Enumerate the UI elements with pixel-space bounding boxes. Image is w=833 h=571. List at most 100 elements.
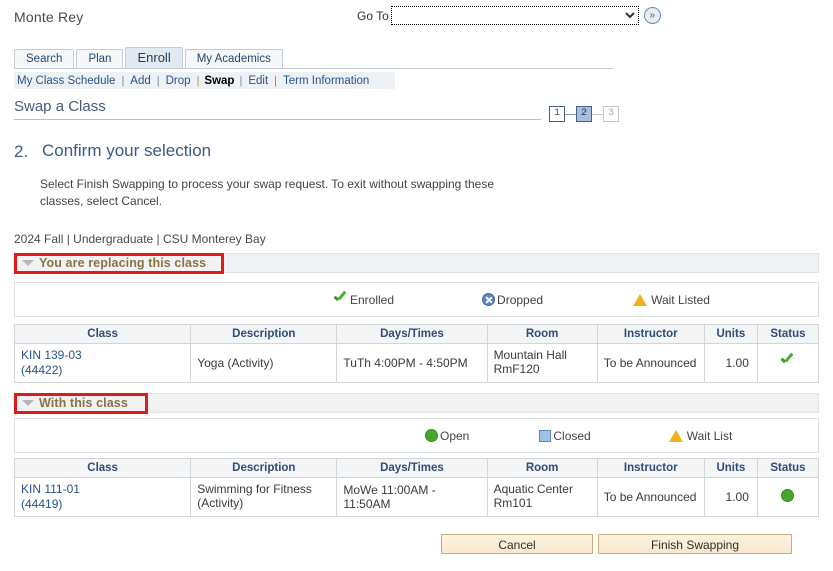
legend-label-open: Open [440, 429, 469, 443]
term-info-line: 2024 Fall | Undergraduate | CSU Monterey… [14, 232, 266, 246]
green-circle-icon [781, 489, 794, 502]
legend-label-enrolled: Enrolled [350, 293, 394, 307]
go-to-submit-icon[interactable]: » [644, 7, 661, 24]
col-description: Description [191, 459, 337, 478]
subnav-separator: | [234, 75, 247, 87]
step-connector [592, 114, 603, 115]
cell-description: Yoga (Activity) [191, 344, 337, 383]
tabs-underline [14, 68, 614, 69]
class-number-link[interactable]: (44419) [21, 497, 184, 512]
col-instructor: Instructor [597, 459, 704, 478]
col-status: Status [757, 325, 818, 344]
col-status: Status [757, 459, 818, 478]
finish-swapping-button[interactable]: Finish Swapping [598, 534, 792, 554]
main-tabs: Search Plan Enroll My Academics [14, 45, 285, 69]
step-2[interactable]: 2 [576, 106, 592, 122]
green-circle-icon [425, 429, 438, 442]
legend-item-closed: Closed [539, 429, 590, 443]
legend-with: Open Closed Wait List [14, 418, 819, 453]
legend-label-wait-list: Wait List [687, 429, 733, 443]
instructions-text: Select Finish Swapping to process your s… [40, 176, 520, 210]
col-days-times: Days/Times [337, 459, 487, 478]
step-1[interactable]: 1 [549, 106, 565, 122]
table-with: Class Description Days/Times Room Instru… [14, 458, 819, 517]
subnav-edit[interactable]: Edit [247, 75, 269, 87]
section-header-with-label: With this class [39, 396, 128, 410]
cell-class: KIN 111-01 (44419) [15, 478, 191, 517]
green-check-icon [333, 293, 348, 306]
step-indicator: 1 2 3 [549, 106, 619, 122]
legend-item-wait-listed: Wait Listed [633, 293, 710, 307]
go-to-group: Go To » [357, 6, 661, 25]
table-row: KIN 139-03 (44422) Yoga (Activity) TuTh … [15, 344, 819, 383]
table-header-row: Class Description Days/Times Room Instru… [15, 459, 819, 478]
legend-item-enrolled: Enrolled [333, 293, 394, 307]
class-link[interactable]: KIN 139-03 [21, 348, 184, 363]
col-room: Room [487, 459, 597, 478]
subnav-separator: | [192, 75, 205, 87]
go-to-label: Go To [357, 9, 389, 23]
subnav-swap-current: Swap [204, 75, 234, 87]
subnav-term-information[interactable]: Term Information [282, 75, 370, 87]
col-instructor: Instructor [597, 325, 704, 344]
col-days-times: Days/Times [337, 325, 487, 344]
cancel-button[interactable]: Cancel [441, 534, 593, 554]
tab-search-label: Search [26, 53, 62, 65]
section-header-replacing[interactable]: You are replacing this class [14, 253, 819, 273]
tab-enroll[interactable]: Enroll [125, 47, 182, 69]
cell-days-times: MoWe 11:00AM - 11:50AM [337, 478, 487, 517]
table-row: KIN 111-01 (44419) Swimming for Fitness … [15, 478, 819, 517]
collapse-triangle-icon[interactable] [22, 260, 34, 266]
go-to-select[interactable] [391, 6, 639, 25]
class-number-link[interactable]: (44422) [21, 363, 184, 378]
step-connector [565, 114, 576, 115]
user-name: Monte Rey [14, 9, 84, 25]
tab-plan[interactable]: Plan [76, 49, 123, 69]
collapse-triangle-icon[interactable] [22, 400, 34, 406]
step-number: 2. [14, 142, 28, 162]
top-bar: Monte Rey Go To » [0, 0, 833, 38]
subnav-separator: | [116, 75, 129, 87]
tab-enroll-label: Enroll [137, 50, 170, 65]
subnav-drop[interactable]: Drop [165, 75, 192, 87]
tab-plan-label: Plan [88, 53, 111, 65]
section-header-with[interactable]: With this class [14, 393, 819, 413]
col-class: Class [15, 459, 191, 478]
tab-my-academics-label: My Academics [197, 53, 271, 65]
subnav-my-class-schedule[interactable]: My Class Schedule [16, 75, 116, 87]
col-room: Room [487, 325, 597, 344]
subnav-separator: | [269, 75, 282, 87]
dropped-circle-x-icon [482, 293, 495, 306]
cell-instructor: To be Announced [597, 344, 704, 383]
table-header-row: Class Description Days/Times Room Instru… [15, 325, 819, 344]
table-replacing: Class Description Days/Times Room Instru… [14, 324, 819, 383]
legend-item-wait-list: Wait List [669, 429, 733, 443]
cell-status [757, 478, 818, 517]
green-check-icon [780, 355, 795, 368]
legend-replacing: Enrolled Dropped Wait Listed [14, 282, 819, 317]
subnav-add[interactable]: Add [129, 75, 151, 87]
cell-units: 1.00 [704, 478, 757, 517]
step-title: Confirm your selection [42, 141, 211, 161]
cell-instructor: To be Announced [597, 478, 704, 517]
step-3: 3 [603, 106, 619, 122]
tab-my-academics[interactable]: My Academics [185, 49, 283, 69]
col-units: Units [704, 325, 757, 344]
yellow-triangle-icon [669, 430, 683, 442]
col-units: Units [704, 459, 757, 478]
sub-navigation: My Class Schedule | Add | Drop | Swap | … [14, 72, 395, 89]
legend-label-wait-listed: Wait Listed [651, 293, 710, 307]
class-link[interactable]: KIN 111-01 [21, 482, 184, 497]
col-description: Description [191, 325, 337, 344]
tab-search[interactable]: Search [14, 49, 74, 69]
swap-class-page: Monte Rey Go To » Search Plan Enroll My … [0, 0, 833, 571]
col-class: Class [15, 325, 191, 344]
cell-class: KIN 139-03 (44422) [15, 344, 191, 383]
legend-label-dropped: Dropped [497, 293, 543, 307]
blue-square-icon [539, 430, 551, 442]
section-header-replacing-label: You are replacing this class [39, 256, 206, 270]
title-divider [14, 119, 541, 120]
cell-days-times: TuTh 4:00PM - 4:50PM [337, 344, 487, 383]
yellow-triangle-icon [633, 294, 647, 306]
legend-item-open: Open [425, 429, 469, 443]
